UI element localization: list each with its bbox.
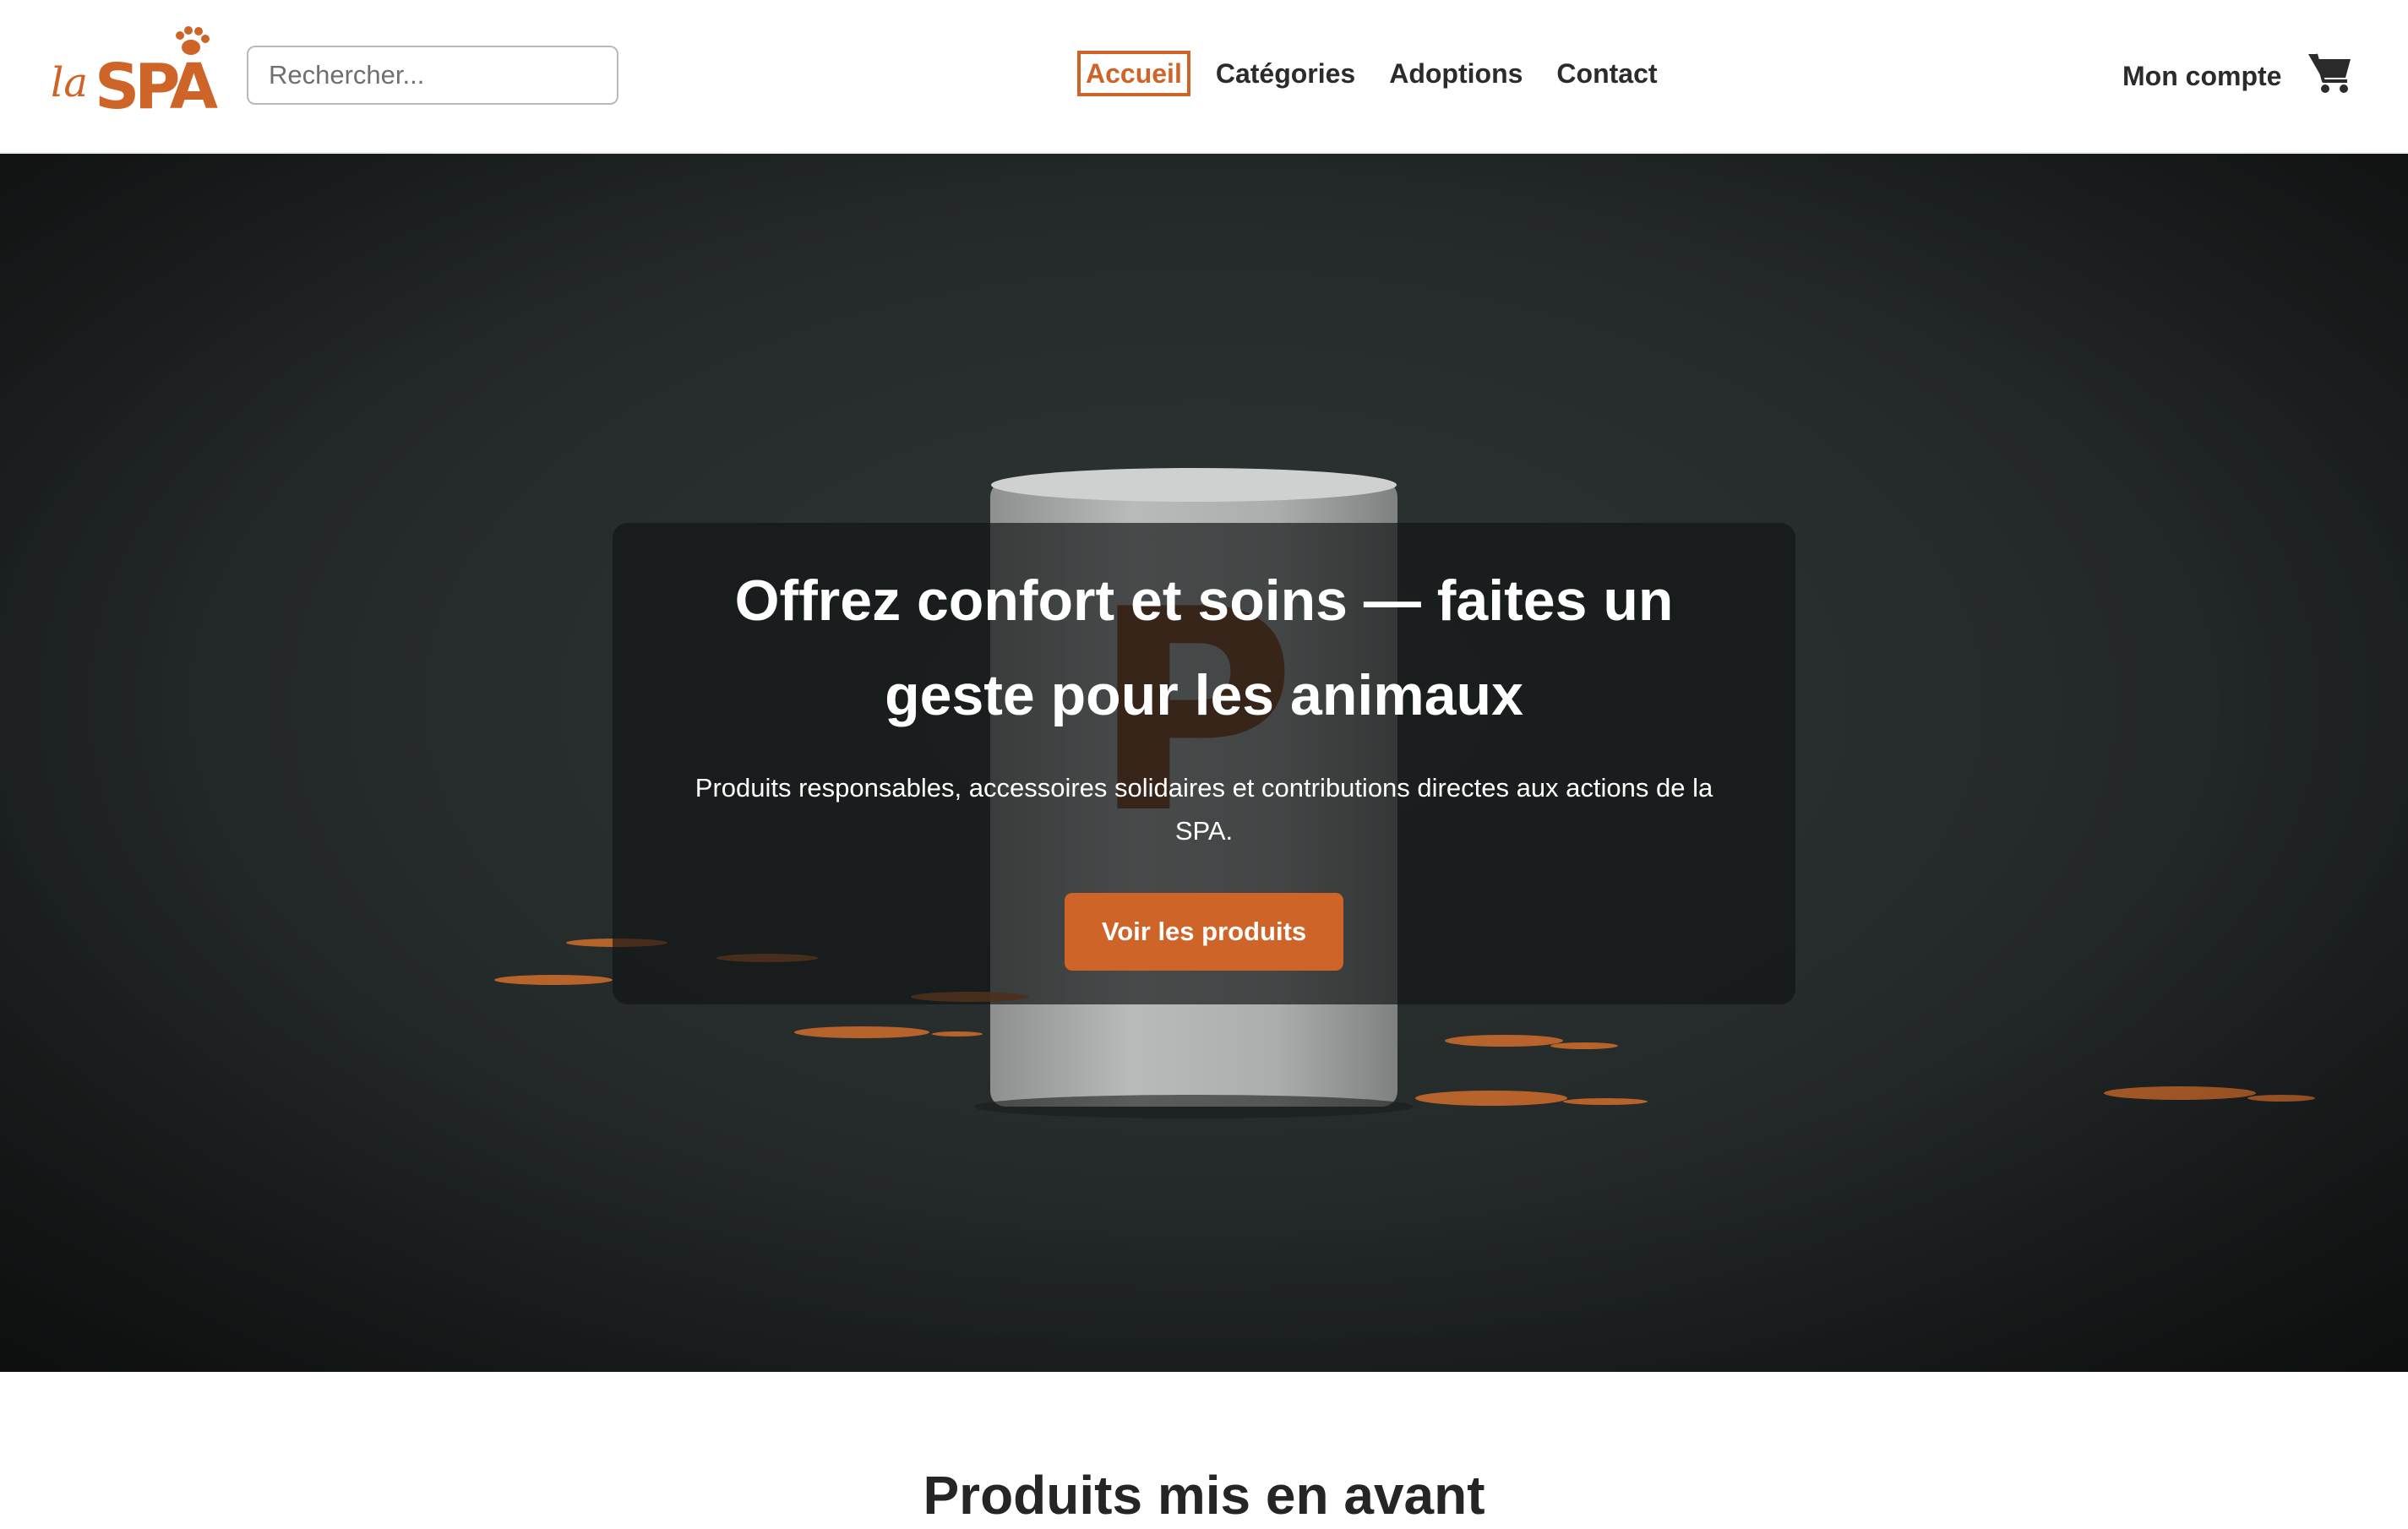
main-nav: Accueil Catégories Adoptions Contact xyxy=(1077,47,1675,100)
site-header: la SPA Accueil Catégories Adoptions Cont… xyxy=(0,0,2408,154)
hero-title: Offrez confort et soins — faites un gest… xyxy=(734,569,1674,727)
logo-spa: SPA xyxy=(95,51,218,115)
cart-button[interactable] xyxy=(2307,51,2354,95)
view-products-button[interactable]: Voir les produits xyxy=(1065,893,1343,971)
hero-subtitle: Produits responsables, accessoires solid… xyxy=(695,773,1713,846)
account-link[interactable]: Mon compte xyxy=(2122,54,2281,98)
nav-item-adoptions[interactable]: Adoptions xyxy=(1372,52,1539,95)
featured-products-title: Produits mis en avant xyxy=(923,1465,1485,1526)
logo[interactable]: la SPA xyxy=(49,22,223,123)
nav-item-categories[interactable]: Catégories xyxy=(1199,52,1372,95)
logo-la: la xyxy=(51,59,88,106)
hero-banner: P Offrez confort et soins — faites un ge… xyxy=(0,154,2408,1372)
nav-item-contact[interactable]: Contact xyxy=(1539,52,1674,95)
search-input[interactable] xyxy=(247,46,618,105)
cart-icon xyxy=(2308,53,2351,93)
nav-item-accueil[interactable]: Accueil xyxy=(1077,51,1190,96)
hero-card: Offrez confort et soins — faites un gest… xyxy=(613,523,1795,1004)
spa-logo-icon: la SPA xyxy=(51,26,223,123)
